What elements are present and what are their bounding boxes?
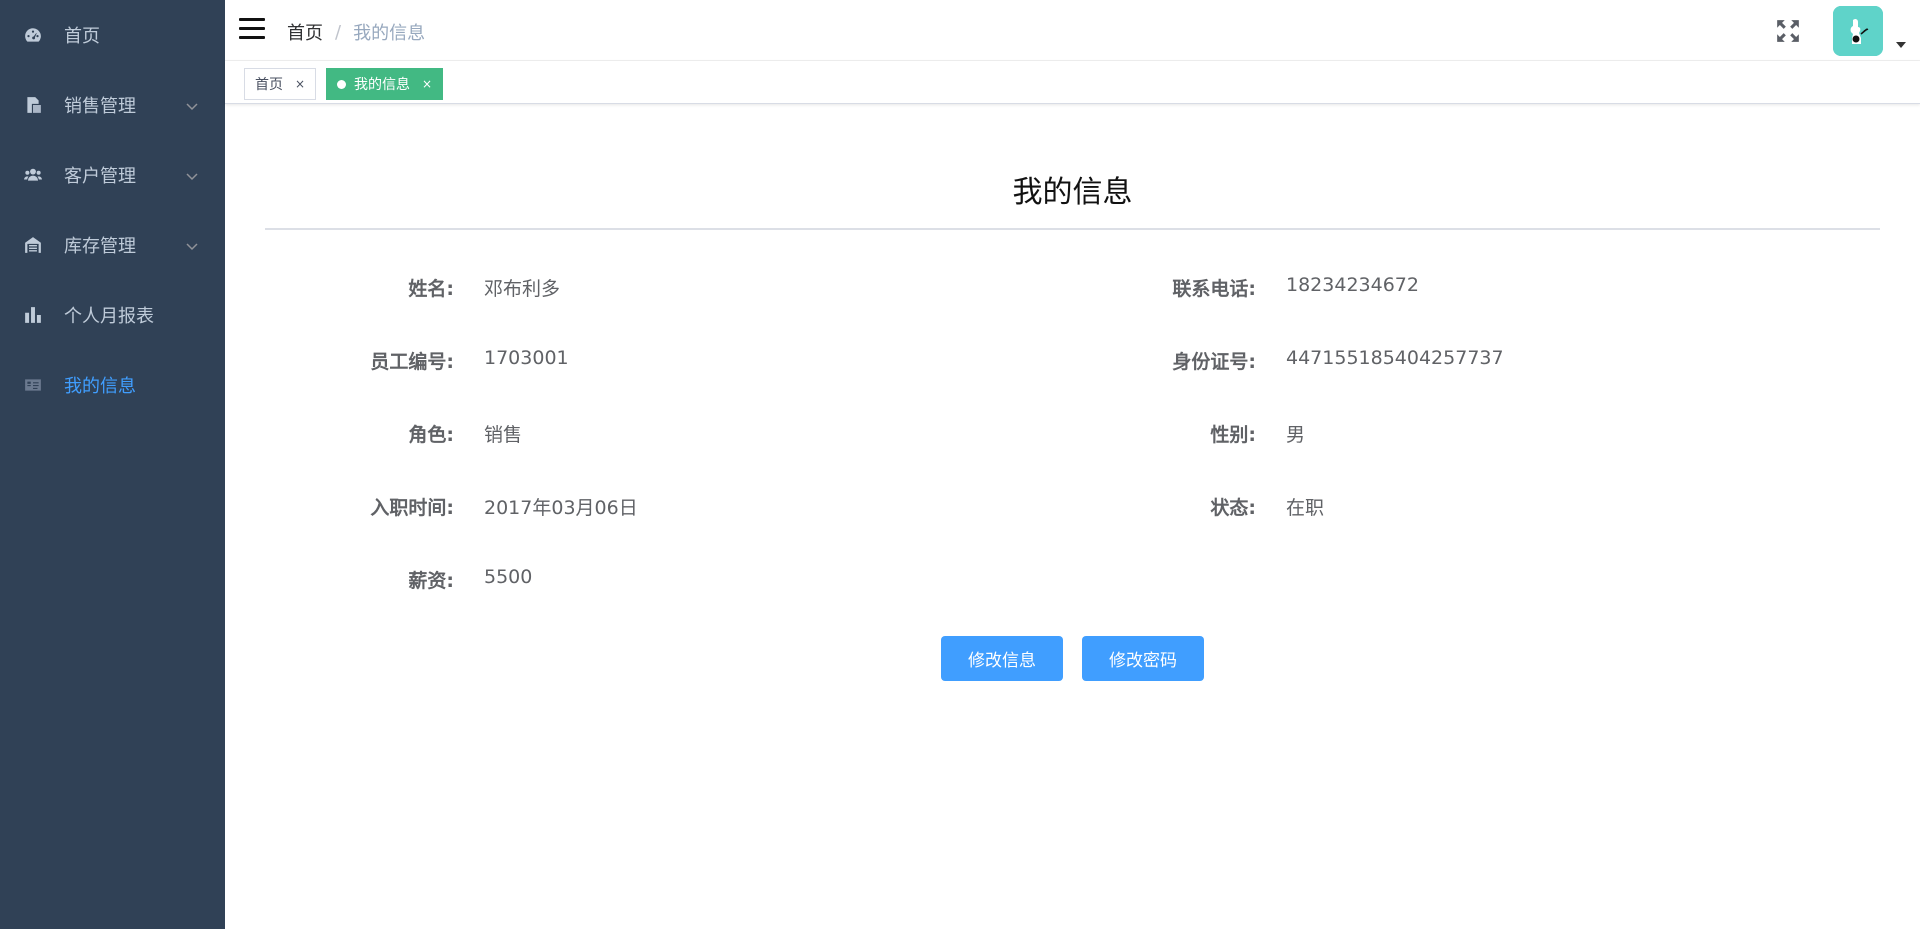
employee-no-label: 员工编号:: [370, 351, 454, 373]
hire-date-label: 入职时间:: [370, 497, 454, 519]
role-label: 角色:: [408, 424, 454, 446]
hire-date-value: 2017年03月06日: [484, 497, 638, 519]
employee-no-value: 1703001: [484, 347, 569, 369]
role-value: 销售: [484, 424, 523, 446]
page-title: 我的信息: [1012, 175, 1133, 210]
sidebar-item-label: 销售管理: [64, 96, 136, 117]
sidebar-item-label: 个人月报表: [64, 306, 154, 327]
breadcrumb-current: 我的信息: [353, 23, 426, 44]
id-number-value: 447155185404257737: [1286, 347, 1504, 369]
fullscreen-icon[interactable]: [1775, 18, 1801, 44]
sidebar-item-monthly-report[interactable]: 个人月报表: [0, 280, 225, 350]
tag-label: 我的信息: [354, 77, 410, 93]
tags-view: 首页 × 我的信息 ×: [225, 61, 1920, 104]
active-dot-icon: [337, 79, 346, 89]
name-value: 邓布利多: [484, 278, 561, 300]
gender-value: 男: [1286, 424, 1306, 446]
status-label: 状态:: [1210, 497, 1256, 519]
breadcrumb-home[interactable]: 首页: [287, 19, 323, 45]
sidebar-item-label: 库存管理: [64, 236, 136, 257]
sidebar-item-inventory[interactable]: 库存管理: [0, 210, 225, 280]
close-icon[interactable]: ×: [422, 77, 432, 91]
divider: [265, 228, 1880, 230]
name-label: 姓名:: [408, 278, 454, 300]
chevron-down-icon: [185, 98, 199, 112]
breadcrumb-separator: /: [335, 21, 342, 43]
tag-my-info[interactable]: 我的信息 ×: [326, 68, 444, 100]
chevron-down-icon: [185, 168, 199, 182]
salary-label: 薪资:: [408, 570, 454, 592]
id-card-icon: [24, 376, 42, 394]
sidebar-item-home[interactable]: 首页: [0, 0, 225, 70]
sidebar-item-sales[interactable]: 销售管理: [0, 70, 225, 140]
id-number-label: 身份证号:: [1172, 351, 1256, 373]
documents-icon: [24, 96, 42, 114]
phone-value: 18234234672: [1286, 274, 1419, 296]
avatar[interactable]: [1833, 6, 1883, 56]
close-icon[interactable]: ×: [295, 77, 305, 91]
dashboard-icon: [24, 26, 42, 44]
sidebar-item-my-info[interactable]: 我的信息: [0, 350, 225, 420]
warehouse-icon: [24, 236, 42, 254]
sidebar-item-label: 我的信息: [64, 376, 136, 397]
hamburger-menu-icon[interactable]: [239, 18, 265, 42]
phone-label: 联系电话:: [1172, 278, 1256, 300]
edit-info-button[interactable]: 修改信息: [941, 636, 1063, 681]
users-icon: [24, 166, 42, 184]
tag-label: 首页: [255, 77, 283, 93]
status-value: 在职: [1286, 497, 1325, 519]
sidebar-item-customers[interactable]: 客户管理: [0, 140, 225, 210]
tag-home[interactable]: 首页 ×: [244, 68, 317, 100]
gender-label: 性别:: [1210, 424, 1256, 446]
sidebar-item-label: 首页: [64, 26, 100, 47]
salary-value: 5500: [484, 566, 533, 588]
sidebar-item-label: 客户管理: [64, 166, 136, 187]
navbar: 首页 / 我的信息: [225, 0, 1920, 61]
caret-down-icon[interactable]: [1896, 42, 1906, 48]
bar-chart-icon: [24, 306, 42, 324]
change-password-button[interactable]: 修改密码: [1082, 636, 1204, 681]
chevron-down-icon: [185, 238, 199, 252]
breadcrumb: 首页 / 我的信息: [287, 19, 425, 45]
sidebar: 首页 销售管理 客户管理 库存管理 个人月报表 我的信息: [0, 0, 225, 929]
